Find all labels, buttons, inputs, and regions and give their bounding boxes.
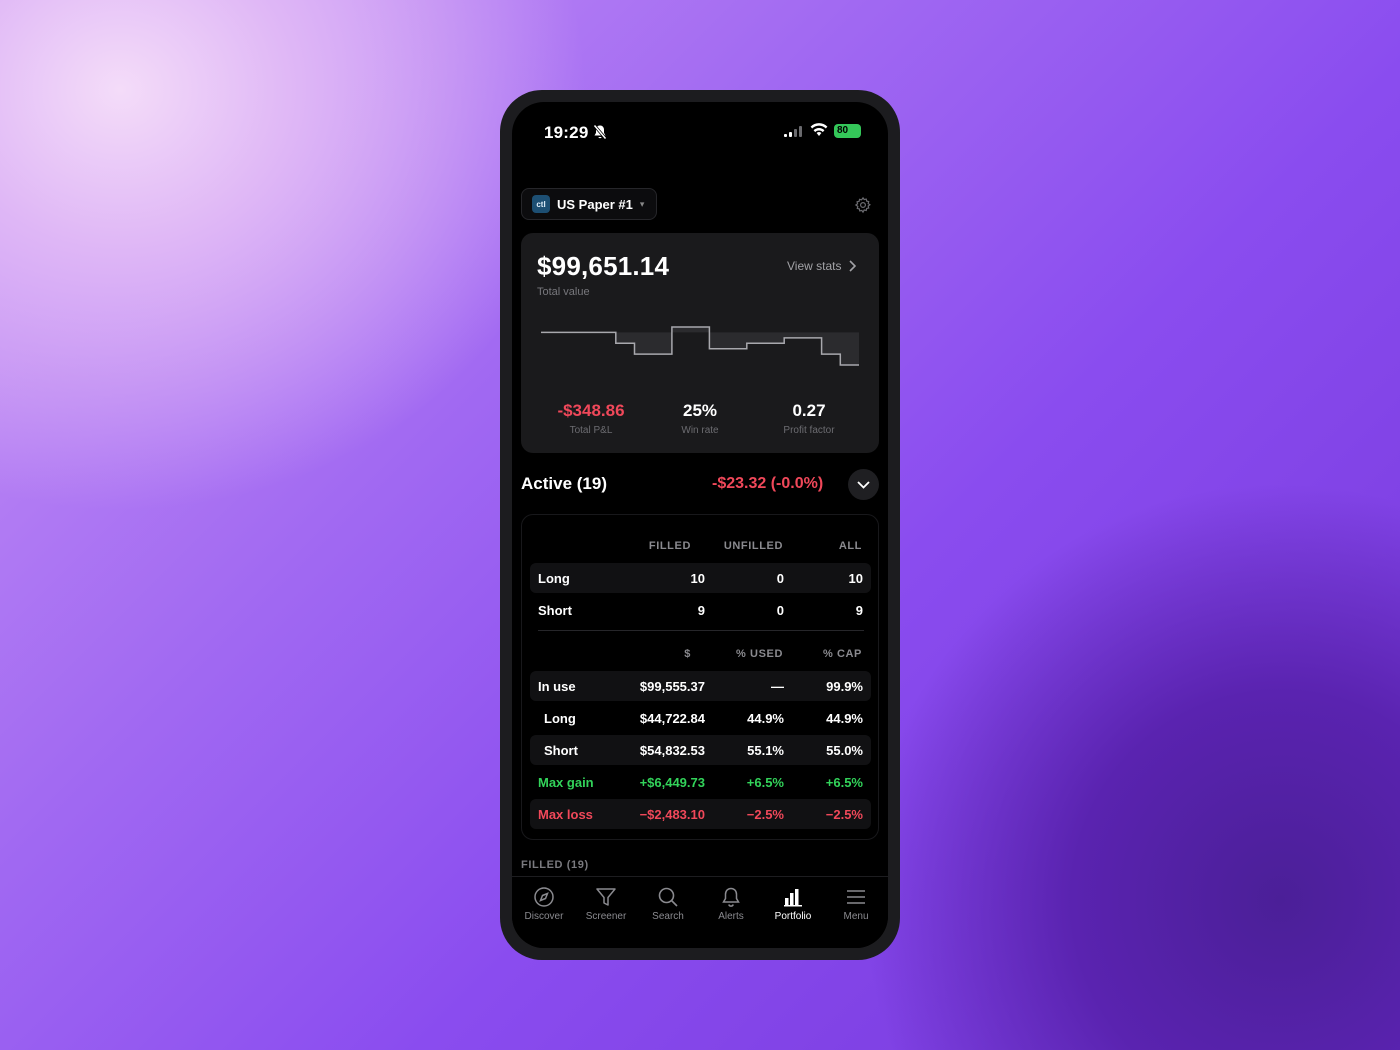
battery-indicator: 80 [834,124,861,138]
bell-icon [722,887,740,907]
table-row: Max loss −$2,483.10 −2.5% −2.5% [530,799,871,829]
cell-cap: 99.9% [826,679,863,694]
app-screen: 19:29 80 ctl US Paper #1 ▾ $99,651.14 To… [512,102,888,948]
cell-filled: 10 [690,571,705,586]
chevron-right-icon [849,260,857,272]
total-pnl-stat: -$348.86 Total P&L [536,401,646,436]
cell-all: 10 [848,571,863,586]
table-row: Max gain +$6,449.73 +6.5% +6.5% [530,767,871,797]
cell-all: 9 [855,603,863,618]
row-label: Long [544,711,576,726]
header-dollars: $ [684,648,691,660]
cell-amount: $44,722.84 [639,711,705,726]
tab-label: Alerts [718,911,744,922]
table-divider [538,630,864,631]
cell-used: 55.1% [747,743,784,758]
cell-unfilled: 0 [776,571,784,586]
tab-portfolio[interactable]: Portfolio [762,885,824,922]
cell-amount: −$2,483.10 [639,807,705,822]
cell-amount: $54,832.53 [639,743,705,758]
filter-icon [596,888,616,906]
tab-label: Screener [585,911,627,922]
equity-sparkline-chart [541,326,859,366]
total-pnl-label: Total P&L [569,425,613,436]
tab-discover[interactable]: Discover [513,885,575,922]
table-row: Short 9 0 9 [530,595,871,625]
row-label: Short [544,743,578,758]
account-selector[interactable]: ctl US Paper #1 ▾ [521,188,658,220]
bell-muted-icon [592,124,608,145]
chevron-down-icon: ▾ [639,198,645,209]
profit-factor-label: Profit factor [783,425,835,436]
table-row: Long $44,722.84 44.9% 44.9% [530,703,871,733]
compass-icon [534,887,554,907]
active-pnl: -$23.32 (-0.0%) [712,475,824,492]
total-value-label: Total value [537,286,590,298]
active-positions-table: FILLED UNFILLED ALL Long 10 0 10 Short 9… [521,514,879,840]
win-rate-label: Win rate [681,425,719,436]
bottom-tab-bar: Discover Screener Search Alerts Portfoli… [512,876,888,948]
account-name: US Paper #1 [557,196,633,212]
cell-used: 44.9% [747,711,784,726]
portfolio-summary-card: $99,651.14 Total value View stats -$348.… [521,233,879,453]
win-rate-stat: 25% Win rate [645,401,755,436]
phone-frame: 19:29 80 ctl US Paper #1 ▾ $99,651.14 To… [500,90,900,960]
table-row: Short $54,832.53 55.1% 55.0% [530,735,871,765]
tab-label: Portfolio [774,911,812,922]
tab-label: Search [652,911,684,922]
active-positions-title: Active (19) [521,474,607,493]
header-unfilled: UNFILLED [723,540,783,552]
gear-icon[interactable] [854,196,872,219]
tab-screener[interactable]: Screener [575,885,637,922]
profit-factor-stat: 0.27 Profit factor [754,401,864,436]
view-stats-link[interactable]: View stats [787,259,857,273]
cell-cap: 44.9% [826,711,863,726]
tab-search[interactable]: Search [637,885,699,922]
tab-menu[interactable]: Menu [825,885,887,922]
status-time: 19:29 [544,123,589,142]
tab-label: Menu [843,911,869,922]
cell-used: +6.5% [746,775,784,790]
cell-cap: 55.0% [826,743,863,758]
row-label: Long [538,571,570,586]
cell-unfilled: 0 [776,603,784,618]
filled-section-header: FILLED (19) [521,859,589,871]
tab-alerts[interactable]: Alerts [700,885,762,922]
cell-used: −2.5% [746,807,784,822]
cell-amount: +$6,449.73 [639,775,705,790]
cell-filled: 9 [697,603,705,618]
wifi-icon [810,123,828,142]
search-icon [658,887,678,907]
cellular-signal-icon [784,125,804,143]
total-value: $99,651.14 [537,251,670,281]
win-rate-value: 25% [682,401,718,420]
total-pnl-value: -$348.86 [557,401,625,420]
row-label: In use [538,679,576,694]
view-stats-label: View stats [787,259,842,273]
tab-label: Discover [524,911,564,922]
table-row: Long 10 0 10 [530,563,871,593]
row-label: Short [538,603,572,618]
header-pct-used: % USED [736,648,783,660]
header-filled: FILLED [648,540,691,552]
row-label: Max loss [538,807,593,822]
header-pct-cap: % CAP [822,648,862,660]
chevron-down-icon [857,480,870,489]
header-all: ALL [838,540,862,552]
status-bar: 19:29 80 [512,102,888,162]
account-logo: ctl [532,195,550,213]
profit-factor-value: 0.27 [792,401,826,420]
cell-used: — [771,679,784,694]
menu-icon [847,890,865,904]
collapse-active-button[interactable] [848,469,879,500]
bar-chart-icon [784,889,802,907]
cell-cap: +6.5% [825,775,863,790]
table-row: In use $99,555.37 — 99.9% [530,671,871,701]
cell-amount: $99,555.37 [639,679,705,694]
row-label: Max gain [538,775,594,790]
cell-cap: −2.5% [825,807,863,822]
